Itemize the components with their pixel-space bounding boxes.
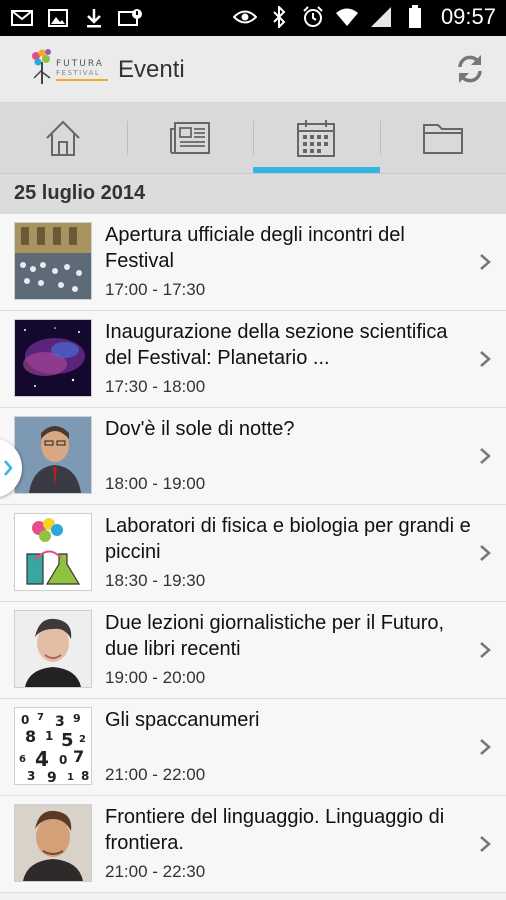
event-thumbnail [14,804,92,882]
svg-text:7: 7 [37,712,44,723]
svg-text:8: 8 [81,769,89,783]
date-section-header: 25 luglio 2014 [0,173,506,214]
svg-text:9: 9 [73,712,81,725]
svg-text:5: 5 [61,730,74,751]
signal-icon [369,5,393,29]
event-time: 21:00 - 22:30 [105,862,206,881]
event-row[interactable]: 0739 8152 6407 3918 Gli spaccanumeri 21:… [0,699,506,796]
chevron-right-icon [480,545,491,561]
event-thumbnail [14,513,92,591]
page-title: Eventi [118,56,185,83]
event-time: 21:00 - 22:00 [105,765,206,784]
svg-text:0: 0 [59,753,67,767]
event-row[interactable]: Inaugurazione della sezione scientifica … [0,311,506,408]
event-title: Due lezioni giornalistiche per il Futuro… [105,612,445,660]
event-row[interactable]: Laboratori di fisica e biologia per gran… [0,505,506,602]
event-time: 18:30 - 19:30 [105,571,206,590]
image-icon [46,6,70,30]
chevron-right-icon [480,836,491,852]
folder-icon [422,124,463,154]
date-label: 25 luglio 2014 [14,182,146,204]
app-logo[interactable]: FUTURA FESTIVAL [28,48,114,92]
chevron-right-icon [480,254,491,270]
event-title: Dov'è il sole di notte? [105,418,295,440]
event-title: Gli spaccanumeri [105,709,260,731]
event-row[interactable]: Due lezioni giornalistiche per il Futuro… [0,602,506,699]
event-thumbnail [14,222,92,300]
event-row[interactable]: Frontiere del linguaggio. Linguaggio di … [0,796,506,893]
tab-calendar[interactable] [253,103,380,173]
chevron-right-icon [480,739,491,755]
event-row[interactable]: Apertura ufficiale degli incontri del Fe… [0,214,506,311]
mail-icon [10,6,34,30]
svg-text:2: 2 [79,734,86,745]
event-list: Apertura ufficiale degli incontri del Fe… [0,214,506,893]
refresh-icon [458,55,482,83]
event-time: 19:00 - 20:00 [105,668,206,687]
svg-text:FESTIVAL: FESTIVAL [56,69,100,77]
eye-icon [232,5,257,29]
svg-text:3: 3 [27,769,35,783]
calendar-icon [297,120,336,157]
event-thumbnail [14,416,92,494]
event-title: Laboratori di fisica e biologia per gran… [105,515,471,563]
event-thumbnail [14,610,92,688]
home-icon [46,120,80,156]
status-bar: 09:57 [0,0,506,36]
svg-text:8: 8 [25,727,36,746]
svg-text:1: 1 [67,772,74,783]
event-title: Frontiere del linguaggio. Linguaggio di … [105,806,445,854]
alarm-icon [301,5,325,29]
svg-text:9: 9 [47,770,57,784]
tab-bar [0,103,506,173]
svg-text:3: 3 [55,714,65,730]
event-title: Apertura ufficiale degli incontri del Fe… [105,224,405,272]
news-icon [169,122,210,154]
svg-text:1: 1 [45,729,53,743]
event-time: 17:00 - 17:30 [105,280,206,299]
tab-news[interactable] [126,103,254,173]
tab-folder[interactable] [379,103,506,173]
clock: 09:57 [440,4,496,29]
chevron-right-icon [4,460,13,476]
event-thumbnail: 0739 8152 6407 3918 [14,707,92,785]
event-thumbnail [14,319,92,397]
wifi-icon [335,5,359,29]
battery-icon [403,5,427,29]
chevron-right-icon [480,448,491,464]
svg-text:7: 7 [73,747,84,766]
svg-text:4: 4 [35,747,49,771]
tab-home[interactable] [0,103,127,173]
event-title: Inaugurazione della sezione scientifica … [105,321,448,369]
chevron-right-icon [480,642,491,658]
refresh-button[interactable] [452,51,488,87]
chevron-right-icon [480,351,491,367]
svg-text:6: 6 [19,754,26,765]
svg-text:0: 0 [21,713,29,727]
action-bar: FUTURA FESTIVAL Eventi [0,36,506,103]
event-time: 17:30 - 18:00 [105,377,206,396]
svg-text:FUTURA: FUTURA [56,59,104,69]
bluetooth-icon [267,5,291,29]
event-row[interactable]: Dov'è il sole di notte? 18:00 - 19:00 [0,408,506,505]
download-icon [82,6,106,30]
photo-error-icon [118,6,142,30]
event-time: 18:00 - 19:00 [105,474,206,493]
